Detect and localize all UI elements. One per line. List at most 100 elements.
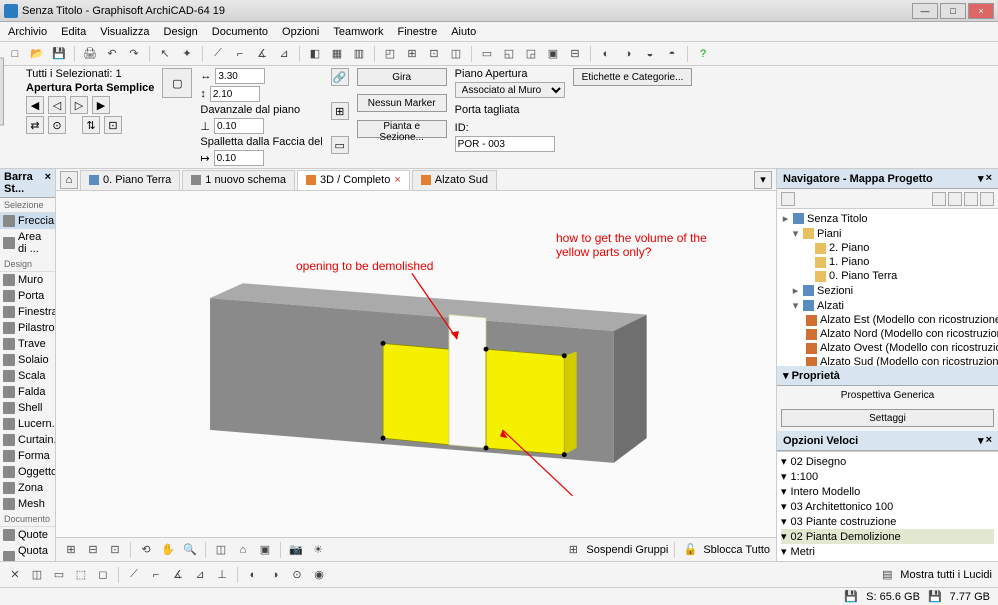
minimize-button[interactable]: — [912,3,938,19]
nav-prev-icon[interactable]: ◀ [26,96,44,114]
tool-icon[interactable]: ∡ [253,45,271,63]
tool-icon[interactable]: ◫ [28,566,46,584]
tool-icon[interactable]: ⊥ [213,566,231,584]
tool-icon[interactable]: ⊿ [191,566,209,584]
tool-icon[interactable]: ▭ [478,45,496,63]
tool-shell[interactable]: Shell [0,400,55,416]
pianta-button[interactable]: Pianta e Sezione... [357,120,447,138]
tool-mesh[interactable]: Mesh [0,496,55,512]
opt-row[interactable]: ▾1:100 [781,469,994,484]
anchor-icon[interactable]: ⊡ [104,116,122,134]
tool-icon[interactable]: ◑ [266,566,284,584]
tool-icon[interactable]: ⟋ [209,45,227,63]
tool-icon[interactable]: ▦ [328,45,346,63]
tab-home-icon[interactable]: ⌂ [60,171,78,189]
tool-area[interactable]: Area di ... [0,229,55,257]
tool-icon[interactable]: ∡ [169,566,187,584]
tool-icon[interactable]: ◻ [94,566,112,584]
menu-design[interactable]: Design [164,26,198,38]
layers-icon[interactable]: ▤ [878,566,896,584]
zoom-icon[interactable]: 🔍 [181,541,199,559]
nav-mode-icon[interactable] [781,192,795,206]
view-icon[interactable]: ⌂ [234,541,252,559]
lock-icon[interactable]: 🔓 [681,541,699,559]
pick-icon[interactable]: ✦ [178,45,196,63]
tool-quote[interactable]: Quote [0,527,55,543]
maximize-button[interactable]: □ [940,3,966,19]
tool-forma[interactable]: Forma [0,448,55,464]
nav-icon[interactable]: ⊟ [84,541,102,559]
tool-icon[interactable]: ◲ [522,45,540,63]
tool-trave[interactable]: Trave [0,336,55,352]
opt-row[interactable]: ▾Intero Modello [781,484,994,499]
sospendi-label[interactable]: Sospendi Gruppi [586,544,668,556]
width-input[interactable] [215,68,265,84]
navigator-tree[interactable]: ▸Senza Titolo ▾Piani 2. Piano 1. Piano 0… [777,209,998,366]
opt-row[interactable]: ▾02 Disegno [781,454,994,469]
print-icon[interactable]: 🖨 [81,45,99,63]
tool-quota[interactable]: Quota ... [0,543,55,561]
panel-menu-icon[interactable]: ▾ [978,172,984,185]
view-icon[interactable]: ▣ [256,541,274,559]
tool-icon[interactable]: ▭ [50,566,68,584]
menu-aiuto[interactable]: Aiuto [451,26,476,38]
tool-icon[interactable]: ⊡ [425,45,443,63]
tool-icon[interactable]: ◐ [244,566,262,584]
nav-prev-icon[interactable]: ◁ [48,96,66,114]
tool-finestra[interactable]: Finestra [0,304,55,320]
tool-icon[interactable]: ⌐ [231,45,249,63]
face-icon[interactable]: ▭ [331,136,349,154]
nav-next-icon[interactable]: ▶ [92,96,110,114]
tool-falda[interactable]: Falda [0,384,55,400]
preview-icon[interactable]: ▢ [162,68,192,98]
tool-icon[interactable]: ⬚ [72,566,90,584]
nav-mode-icon[interactable] [964,192,978,206]
spalletta-input[interactable] [214,150,264,166]
tool-icon[interactable]: ◓ [663,45,681,63]
cursor-icon[interactable]: ↖ [156,45,174,63]
camera-icon[interactable]: 📷 [287,541,305,559]
menu-finestre[interactable]: Finestre [397,26,437,38]
tool-icon[interactable]: ⊙ [288,566,306,584]
davanzale-input[interactable] [214,118,264,134]
id-input[interactable] [455,136,555,152]
gira-button[interactable]: Gira [357,68,447,86]
nav-mode-icon[interactable] [948,192,962,206]
tool-icon[interactable]: ◱ [500,45,518,63]
tab-alzato-sud[interactable]: Alzato Sud [412,170,497,190]
piano-apertura-select[interactable]: Associato al Muro [455,82,565,98]
tool-icon[interactable]: ⊞ [403,45,421,63]
menu-archivio[interactable]: Archivio [8,26,47,38]
height-input[interactable] [210,86,260,102]
anchor-icon[interactable]: ⊙ [48,116,66,134]
menu-edita[interactable]: Edita [61,26,86,38]
new-icon[interactable]: □ [6,45,24,63]
nav-next-icon[interactable]: ▷ [70,96,88,114]
tool-freccia[interactable]: Freccia [0,213,55,229]
tool-pilastro[interactable]: Pilastro [0,320,55,336]
opt-row[interactable]: ▾03 Piante costruzione [781,514,994,529]
opt-row[interactable]: ▾Metri [781,544,994,559]
tab-piano-terra[interactable]: 0. Piano Terra [80,170,180,190]
tool-curtain[interactable]: Curtain... [0,432,55,448]
tool-icon[interactable]: ⌐ [147,566,165,584]
close-button[interactable]: × [968,3,994,19]
close-icon[interactable]: × [394,174,400,186]
menu-teamwork[interactable]: Teamwork [333,26,383,38]
flip-v-icon[interactable]: ⇅ [82,116,100,134]
nav-icon[interactable]: ⊡ [106,541,124,559]
menu-visualizza[interactable]: Visualizza [100,26,149,38]
group-icon[interactable]: ⊞ [564,541,582,559]
3d-viewport[interactable]: opening to be demolished how to get the … [56,191,776,537]
view-icon[interactable]: ◫ [212,541,230,559]
tool-lucernario[interactable]: Lucern... [0,416,55,432]
tool-icon[interactable]: ◑ [619,45,637,63]
sun-icon[interactable]: ☀ [309,541,327,559]
tab-3d[interactable]: 3D / Completo× [297,170,410,190]
etichette-button[interactable]: Etichette e Categorie... [573,68,693,86]
save-icon[interactable]: 💾 [50,45,68,63]
tool-icon[interactable]: ▣ [544,45,562,63]
tool-solaio[interactable]: Solaio [0,352,55,368]
menu-opzioni[interactable]: Opzioni [282,26,319,38]
pan-icon[interactable]: ✋ [159,541,177,559]
